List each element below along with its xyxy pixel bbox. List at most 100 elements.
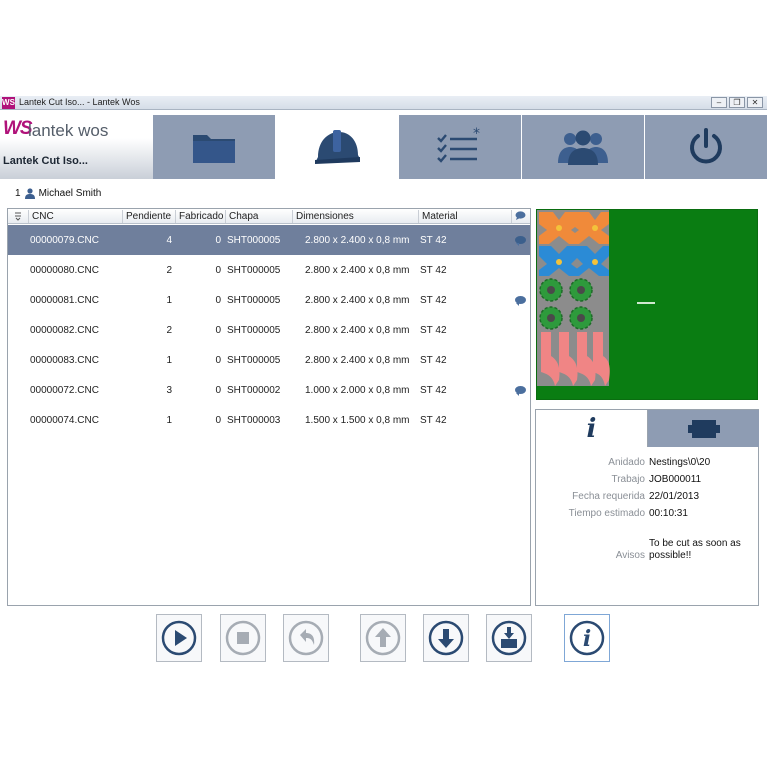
info-button[interactable]: i [564,614,610,662]
comment-icon[interactable] [515,296,526,306]
col-header-material[interactable]: Material [418,210,511,223]
cell-chapa: SHT000005 [227,325,281,336]
cell-fabricado: 0 [215,355,221,366]
cell-dimensiones: 2.800 x 2.400 x 0,8 mm [305,355,410,366]
cell-chapa: SHT000005 [227,235,281,246]
download-button[interactable] [486,614,532,662]
table-row[interactable]: 00000083.CNC 1 0 SHT000005 2.800 x 2.400 x 0… [8,345,530,375]
cell-material: ST 42 [420,295,447,306]
minimize-button[interactable]: – [711,97,727,108]
move-up-button[interactable] [360,614,406,662]
info-panel: i Anidado Nestings\0\20 Trabajo JOB000011 Fe… [535,409,759,606]
info-field: Anidado Nestings\0\20 [536,457,758,471]
logo-brand: lantek wos [28,121,109,140]
move-down-button[interactable] [423,614,469,662]
folder-icon [193,135,235,163]
title-bar: WS Lantek Cut Iso... - Lantek Wos – ❐ ✕ [0,96,767,110]
cell-fabricado: 0 [215,235,221,246]
arrow-down-icon [428,620,464,656]
cell-cnc: 00000072.CNC [30,385,99,396]
stop-button[interactable] [220,614,266,662]
user-icon [24,188,35,199]
info-key: Trabajo [611,474,645,485]
table-row[interactable]: 00000072.CNC 3 0 SHT000002 1.000 x 2.000 x 0… [8,375,530,405]
col-header-dimensiones[interactable]: Dimensiones [292,210,418,223]
cell-pendiente: 1 [166,295,172,306]
part-icon [687,419,720,438]
arrow-up-icon [365,620,401,656]
play-button[interactable] [156,614,202,662]
undo-button[interactable] [283,614,329,662]
nav-tab-jobs[interactable] [153,115,275,179]
cell-material: ST 42 [420,415,447,426]
hard-hat-icon [315,130,360,164]
cell-cnc: 00000083.CNC [30,355,99,366]
play-icon [161,620,197,656]
cell-pendiente: 4 [166,235,172,246]
cell-dimensiones: 2.800 x 2.400 x 0,8 mm [305,295,410,306]
cell-material: ST 42 [420,325,447,336]
col-header-fabricado[interactable]: Fabricado [175,210,225,223]
checklist-icon: * [437,127,480,163]
operator-info: 1 Michael Smith [15,188,101,199]
download-icon [491,620,527,656]
col-header-cnc[interactable]: CNC [28,210,122,223]
tab-info[interactable]: i [536,410,647,447]
cell-pendiente: 1 [166,415,172,426]
info-field-avisos: Avisos To be cut as soon as possible!! [536,538,758,568]
info-value: 00:10:31 [649,508,688,519]
nav-tab-production[interactable] [276,115,398,179]
info-key-avisos: Avisos [615,550,645,561]
cell-chapa: SHT000002 [227,385,281,396]
app-icon: WS [2,97,15,109]
info-value: Nestings\0\20 [649,457,711,468]
table-row[interactable]: 00000079.CNC 4 0 SHT000005 2.800 x 2.400 x 0… [8,225,530,255]
col-header-chapa[interactable]: Chapa [225,210,292,223]
cell-cnc: 00000082.CNC [30,325,99,336]
nesting-preview[interactable] [536,209,758,400]
comment-icon[interactable] [515,386,526,396]
close-button[interactable]: ✕ [747,97,763,108]
nesting-parts-graphic [537,210,655,386]
cell-pendiente: 3 [166,385,172,396]
nav-tab-logout[interactable] [645,115,767,179]
table-row[interactable]: 00000082.CNC 2 0 SHT000005 2.800 x 2.400 x 0… [8,315,530,345]
info-icon: i [569,620,605,656]
users-icon [558,130,608,165]
comment-icon [515,211,526,220]
comment-icon[interactable] [515,236,526,246]
nav-tab-tasks[interactable]: * [399,115,521,179]
col-header-pendiente[interactable]: Pendiente [122,210,175,223]
cell-cnc: 00000074.CNC [30,415,99,426]
info-key: Fecha requerida [572,491,645,502]
table-row[interactable]: 00000074.CNC 1 0 SHT000003 1.500 x 1.500 x 0… [8,405,530,435]
cell-material: ST 42 [420,385,447,396]
info-value-avisos: To be cut as soon as possible!! [649,538,741,561]
tab-part[interactable] [647,410,759,447]
cnc-table: CNC Pendiente Fabricado Chapa Dimensione… [7,208,531,606]
cell-pendiente: 1 [166,355,172,366]
maximize-button[interactable]: ❐ [729,97,745,108]
cell-fabricado: 0 [215,265,221,276]
window-title: Lantek Cut Iso... - Lantek Wos [19,97,140,107]
cell-chapa: SHT000003 [227,415,281,426]
info-field: Fecha requerida 22/01/2013 [536,491,758,505]
table-row[interactable]: 00000080.CNC 2 0 SHT000005 2.800 x 2.400 x 0… [8,255,530,285]
info-key: Anidado [608,457,645,468]
sort-icon[interactable] [14,211,26,224]
cell-dimensiones: 2.800 x 2.400 x 0,8 mm [305,265,410,276]
cell-fabricado: 0 [215,385,221,396]
cell-material: ST 42 [420,355,447,366]
info-tab-label: i [586,413,597,444]
col-header-notes[interactable] [511,210,530,223]
nav-tab-users[interactable] [522,115,644,179]
table-row[interactable]: 00000081.CNC 1 0 SHT000005 2.800 x 2.400 x 0… [8,285,530,315]
cell-chapa: SHT000005 [227,295,281,306]
cell-chapa: SHT000005 [227,265,281,276]
logo-subtitle: Lantek Cut Iso... [3,155,88,167]
cell-dimensiones: 1.500 x 1.500 x 0,8 mm [305,415,410,426]
stop-icon [225,620,261,656]
operator-name: Michael Smith [38,188,102,199]
info-value: 22/01/2013 [649,491,700,502]
cell-fabricado: 0 [215,415,221,426]
